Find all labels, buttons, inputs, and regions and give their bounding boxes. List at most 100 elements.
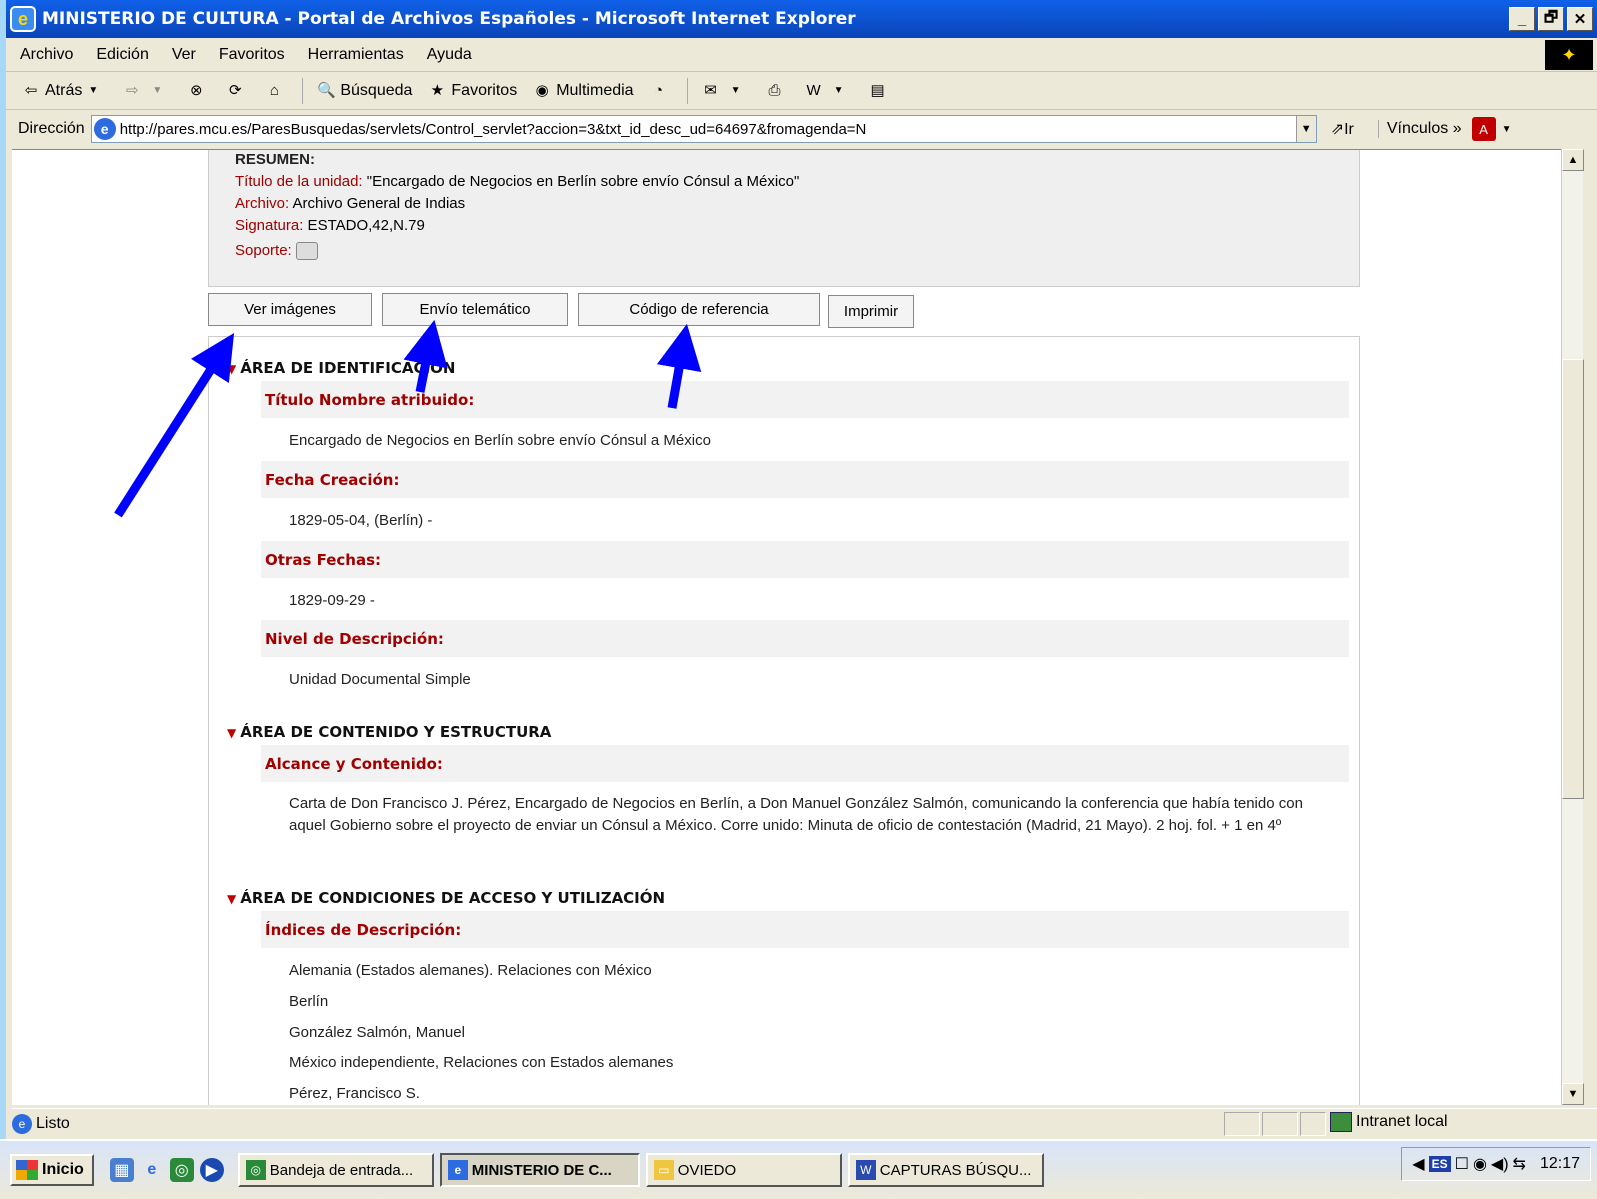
search-button[interactable]: 🔍 Búsqueda [315,80,412,102]
resumen-row: Soporte: [235,240,1333,262]
page-content: RESUMEN: Título de la unidad: "Encargado… [208,150,1364,1105]
quick-launch: ▦ e ◎ ▶ [109,1158,224,1182]
volume-icon[interactable]: ◀ [1412,1154,1424,1174]
back-button[interactable]: ⇦ Atrás ▼ [20,80,107,102]
triangle-down-icon: ▼ [227,726,237,740]
scroll-thumb[interactable] [1562,359,1584,799]
task-ministerio[interactable]: e MINISTERIO DE C... [439,1153,640,1187]
chevron-down-icon[interactable]: ▼ [1502,124,1512,135]
triangle-down-icon: ▼ [227,892,237,906]
ie-icon: e [447,1160,468,1180]
security-zone: Intranet local [1330,1112,1448,1132]
media-icon: ◉ [535,81,549,99]
status-cell [1262,1112,1298,1136]
window-title: MINISTERIO DE CULTURA - Portal de Archiv… [42,9,856,29]
field-heading: Índices de Descripción: [261,911,1349,948]
resumen-label: Signatura: [235,217,304,234]
discuss-button[interactable]: ▤ [867,80,892,102]
chevron-down-icon: ▼ [152,84,163,96]
resumen-heading: RESUMEN: [235,151,316,168]
task-oviedo[interactable]: ▭ OVIEDO [645,1153,842,1187]
go-button[interactable]: ⇗Ir [1331,119,1354,139]
resumen-label: Título de la unidad: [235,173,363,190]
vertical-scrollbar[interactable]: ▲ ▼ [1561,149,1584,1105]
scroll-up-icon[interactable]: ▲ [1562,149,1584,171]
area-identificacion-toggle[interactable]: ▼ ÁREA DE IDENTIFICACIÓN [227,359,455,377]
menu-favoritos[interactable]: Favoritos [219,46,285,64]
camera-icon[interactable] [295,242,318,261]
clock: 12:17 [1539,1155,1580,1172]
messenger-icon[interactable]: ☐ [1455,1154,1469,1174]
menu-edicion[interactable]: Edición [96,46,148,64]
stop-button[interactable]: ⊗ [185,80,210,102]
area-contenido-toggle[interactable]: ▼ ÁREA DE CONTENIDO Y ESTRUCTURA [227,723,551,741]
task-label: MINISTERIO DE C... [471,1161,612,1179]
close-button[interactable]: ✕ [1567,7,1593,31]
stop-icon: ⊗ [190,81,203,99]
desktop-icon[interactable]: ▦ [109,1158,134,1182]
document-icon: ▤ [870,81,885,99]
field-value: Carta de Don Francisco J. Pérez, Encarga… [289,795,1303,834]
network-icon[interactable]: ⇆ [1513,1154,1526,1174]
address-input[interactable]: e http://pares.mcu.es/ParesBusquedas/ser… [90,115,1317,143]
word-icon: W [806,81,821,99]
start-button[interactable]: Inicio [10,1154,94,1186]
task-bandeja[interactable]: ◎ Bandeja de entrada... [237,1153,434,1187]
outlook-icon: ◎ [245,1160,266,1180]
envio-telematico-button[interactable]: Envío telemático [382,293,568,326]
chevron-down-icon: ▼ [88,84,99,96]
task-label: Bandeja de entrada... [269,1161,414,1179]
ver-imagenes-button[interactable]: Ver imágenes [208,293,372,326]
ie-icon[interactable]: e [140,1158,164,1182]
outlook-icon[interactable]: ◎ [169,1158,194,1182]
resumen-value: "Encargado de Negocios en Berlín sobre e… [362,173,800,190]
forward-arrow-icon: ⇨ [126,81,139,99]
status-cell [1224,1112,1260,1136]
maximize-button[interactable]: 🗗 [1538,7,1564,31]
menu-ver[interactable]: Ver [172,46,196,64]
status-text: Listo [36,1114,70,1132]
forward-button[interactable]: ⇨ ▼ [121,80,171,102]
area-title: ÁREA DE CONDICIONES DE ACCESO Y UTILIZAC… [240,889,666,907]
page-status-icon: e [12,1113,32,1134]
imprimir-button[interactable]: Imprimir [828,295,914,328]
print-button[interactable]: ⎙ [764,80,789,102]
area-acceso-toggle[interactable]: ▼ ÁREA DE CONDICIONES DE ACCESO Y UTILIZA… [227,889,665,907]
title-bar[interactable]: e MINISTERIO DE CULTURA - Portal de Arch… [6,0,1597,38]
language-indicator[interactable]: ES [1428,1156,1451,1172]
search-label: Búsqueda [340,81,413,99]
home-icon: ⌂ [269,81,279,99]
printer-icon: ⎙ [768,81,781,99]
history-button[interactable]: ◔ [648,80,673,102]
status-cell [1300,1112,1326,1136]
task-capturas[interactable]: W CAPTURAS BÚSQU... [847,1153,1044,1187]
windows-flag-icon [16,1160,38,1180]
resumen-box: RESUMEN: Título de la unidad: "Encargado… [208,150,1360,287]
taskbar: Inicio ▦ e ◎ ▶ ◎ Bandeja de entrada... eM… [0,1139,1597,1199]
minimize-button[interactable]: _ [1509,7,1535,31]
menu-herramientas[interactable]: Herramientas [308,46,404,64]
field-value: 1829-05-04, (Berlín) - [289,512,433,529]
menu-archivo[interactable]: Archivo [20,46,73,64]
menu-ayuda[interactable]: Ayuda [427,46,472,64]
mail-button[interactable]: ✉ ▼ [700,80,750,102]
favorites-button[interactable]: ★ Favoritos [426,80,518,102]
field-heading: Nivel de Descripción: [261,620,1349,657]
speaker-icon[interactable]: ◀) [1491,1154,1509,1174]
media-player-icon[interactable]: ▶ [199,1158,224,1182]
media-button[interactable]: ◉ Multimedia [531,80,634,102]
folder-icon: ▭ [653,1160,674,1180]
chevron-down-icon[interactable]: ▼ [1295,116,1316,142]
links-button[interactable]: Vínculos » [1377,120,1462,138]
area-title: ÁREA DE CONTENIDO Y ESTRUCTURA [240,723,552,741]
refresh-button[interactable]: ⟳ [224,80,249,102]
home-button[interactable]: ⌂ [263,80,288,102]
edit-button[interactable]: W ▼ [803,80,853,102]
resumen-row: Signatura: ESTADO,42,N.79 [235,215,1333,237]
codigo-referencia-button[interactable]: Código de referencia [578,293,820,326]
pdf-icon[interactable]: A [1471,117,1496,141]
toolbar-separator [302,77,304,104]
task-label: OVIEDO [677,1161,737,1179]
scroll-down-icon[interactable]: ▼ [1562,1083,1584,1105]
panda-icon[interactable]: ◉ [1473,1154,1487,1174]
